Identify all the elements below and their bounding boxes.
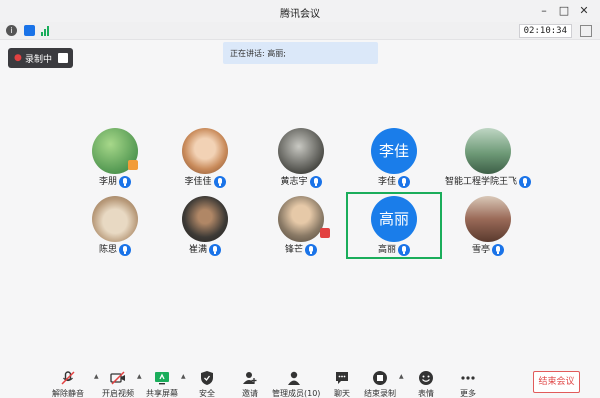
end-recording-button[interactable]: 结束录制 [358,368,402,398]
participant-name: 智能工程学院王飞 [444,177,517,187]
chat-icon [334,370,350,386]
participant-name: 崔满 [188,245,207,255]
unmute-label: 解除静音 [52,389,84,398]
invite-label: 邀请 [242,389,258,398]
microphone-icon[interactable] [519,176,531,188]
avatar [278,196,324,242]
participant-tile[interactable]: 李佳佳 [160,128,250,190]
camera-off-icon [110,370,126,386]
participant-tile[interactable]: 智能工程学院王飞 [443,128,533,190]
participant-tile[interactable]: 黄志宇 [256,128,346,190]
avatar [278,128,324,174]
participant-name: 李佳佳 [184,177,212,187]
microphone-icon[interactable] [309,176,322,188]
participant-name: 李朋 [98,177,117,187]
microphone-icon[interactable] [398,176,410,188]
bottom-toolbar: 解除静音 ▲ 开启视频 ▲ 共享屏幕 ▲ 安全 邀请 管理成员(10) 聊天 结… [0,360,600,398]
recording-indicator[interactable]: ● 录制中 [8,48,73,68]
info-icon[interactable]: i [6,25,17,36]
participant-name: 李佳 [377,177,396,187]
avatar [465,196,511,242]
close-icon[interactable]: ✕ [576,3,592,19]
participant-tile[interactable]: 高丽 高丽 [349,196,439,258]
share-screen-icon [154,370,170,386]
participant-name: 高丽 [377,245,396,255]
microphone-icon[interactable] [492,244,504,256]
microphone-muted-icon [60,370,76,386]
host-badge-icon [320,228,330,238]
microphone-icon[interactable] [119,244,131,256]
security-button[interactable]: 安全 [185,368,229,398]
avatar [465,128,511,174]
participant-tile[interactable]: 李朋 [70,128,160,190]
speaking-banner: 正在讲话: 高丽; [223,42,378,64]
microphone-icon[interactable] [213,176,226,188]
invite-button[interactable]: 邀请 [228,368,272,398]
participant-name: 陈思 [98,245,117,255]
share-screen-button[interactable]: 共享屏幕 [140,368,184,398]
participant-name: 锋芒 [284,245,303,255]
record-dot-icon: ● [14,53,22,63]
add-user-icon [242,370,258,386]
participant-tile[interactable]: 陈思 [70,196,160,258]
end-recording-label: 结束录制 [364,389,396,398]
participant-name: 雪亭 [471,245,490,255]
participant-tile[interactable]: 锋芒 [256,196,346,258]
microphone-icon[interactable] [209,244,221,256]
share-screen-label: 共享屏幕 [146,389,178,398]
manage-members-label: 管理成员(10) [272,389,321,398]
participant-name: 黄志宇 [280,177,308,187]
security-label: 安全 [199,389,215,398]
avatar [92,196,138,242]
participant-tile[interactable]: 雪亭 [443,196,533,258]
microphone-icon[interactable] [305,244,317,256]
host-badge-icon [128,160,138,170]
shield-icon [199,370,215,386]
more-label: 更多 [460,389,476,398]
emoji-label: 表情 [418,389,434,398]
avatar [182,128,228,174]
microphone-icon[interactable] [398,244,410,256]
minimize-icon[interactable]: – [536,3,552,19]
end-meeting-button[interactable]: 结束会议 [533,371,580,393]
info-bar: i 02:10:34 [0,22,600,40]
stop-record-icon[interactable] [58,53,68,63]
record-options-chevron-icon[interactable]: ▲ [399,373,404,380]
members-icon [286,370,302,386]
avatar [182,196,228,242]
start-video-button[interactable]: 开启视频 [96,368,140,398]
meeting-timer: 02:10:34 [518,24,572,38]
emoji-button[interactable]: 表情 [404,368,448,398]
start-video-label: 开启视频 [102,389,134,398]
more-button[interactable]: 更多 [446,368,490,398]
manage-members-button[interactable]: 管理成员(10) [272,368,321,398]
microphone-icon[interactable] [119,176,131,188]
avatar: 高丽 [371,196,417,242]
recording-label: 录制中 [25,55,53,65]
stop-record-icon [372,370,388,386]
shield-icon[interactable] [24,25,35,36]
emoji-icon [418,370,434,386]
fullscreen-icon[interactable] [580,25,592,37]
signal-icon[interactable] [41,26,51,36]
maximize-icon[interactable]: □ [556,3,572,19]
participant-tile[interactable]: 崔满 [160,196,250,258]
avatar: 李佳 [371,128,417,174]
title-bar: 腾讯会议 – □ ✕ [0,0,600,22]
window-title: 腾讯会议 [280,9,320,20]
more-dots-icon [460,370,476,386]
unmute-button[interactable]: 解除静音 [46,368,90,398]
